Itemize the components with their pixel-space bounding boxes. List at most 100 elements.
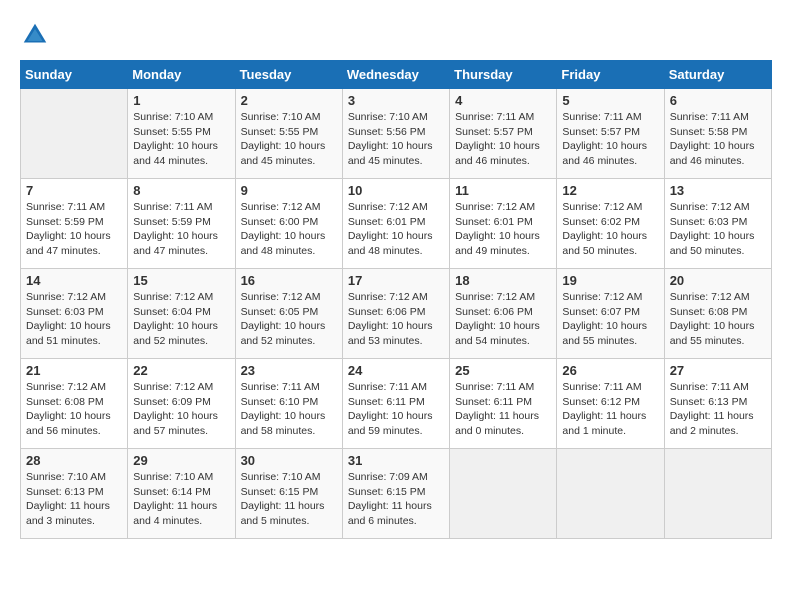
calendar-cell: 22 Sunrise: 7:12 AMSunset: 6:09 PMDayligh… (128, 359, 235, 449)
day-number: 31 (348, 453, 444, 468)
day-info: Sunrise: 7:11 AMSunset: 6:13 PMDaylight:… (670, 380, 766, 439)
day-info: Sunrise: 7:10 AMSunset: 6:14 PMDaylight:… (133, 470, 229, 529)
calendar-cell: 23 Sunrise: 7:11 AMSunset: 6:10 PMDayligh… (235, 359, 342, 449)
calendar-cell: 29 Sunrise: 7:10 AMSunset: 6:14 PMDayligh… (128, 449, 235, 539)
day-info: Sunrise: 7:12 AMSunset: 6:03 PMDaylight:… (26, 290, 122, 349)
day-number: 14 (26, 273, 122, 288)
day-info: Sunrise: 7:11 AMSunset: 6:10 PMDaylight:… (241, 380, 337, 439)
day-number: 26 (562, 363, 658, 378)
day-info: Sunrise: 7:12 AMSunset: 6:06 PMDaylight:… (348, 290, 444, 349)
calendar-cell: 4 Sunrise: 7:11 AMSunset: 5:57 PMDaylight… (450, 89, 557, 179)
calendar-cell: 5Sunrise: 7:11 AMSunset: 5:57 PMDaylight… (557, 89, 664, 179)
calendar-cell: 26 Sunrise: 7:11 AMSunset: 6:12 PMDayligh… (557, 359, 664, 449)
calendar-cell: 25 Sunrise: 7:11 AMSunset: 6:11 PMDayligh… (450, 359, 557, 449)
day-info: Sunrise: 7:12 AMSunset: 6:09 PMDaylight:… (133, 380, 229, 439)
day-info: Sunrise: 7:12 AMSunset: 6:04 PMDaylight:… (133, 290, 229, 349)
day-info: Sunrise: 7:10 AMSunset: 5:56 PMDaylight:… (348, 110, 444, 169)
day-number: 21 (26, 363, 122, 378)
logo (20, 20, 52, 50)
calendar-cell: 30 Sunrise: 7:10 AMSunset: 6:15 PMDayligh… (235, 449, 342, 539)
calendar-cell (664, 449, 771, 539)
day-number: 25 (455, 363, 551, 378)
header-friday: Friday (557, 61, 664, 89)
day-number: 4 (455, 93, 551, 108)
day-info: Sunrise: 7:11 AMSunset: 6:12 PMDaylight:… (562, 380, 658, 439)
day-info: Sunrise: 7:12 AMSunset: 6:08 PMDaylight:… (670, 290, 766, 349)
day-number: 1 (133, 93, 229, 108)
day-number: 8 (133, 183, 229, 198)
calendar-cell: 2Sunrise: 7:10 AMSunset: 5:55 PMDaylight… (235, 89, 342, 179)
calendar-table: SundayMondayTuesdayWednesdayThursdayFrid… (20, 60, 772, 539)
day-number: 3 (348, 93, 444, 108)
day-info: Sunrise: 7:12 AMSunset: 6:07 PMDaylight:… (562, 290, 658, 349)
calendar-cell: 3 Sunrise: 7:10 AMSunset: 5:56 PMDaylight… (342, 89, 449, 179)
day-number: 20 (670, 273, 766, 288)
day-number: 30 (241, 453, 337, 468)
week-row-1: 1Sunrise: 7:10 AMSunset: 5:55 PMDaylight… (21, 89, 772, 179)
calendar-cell: 15Sunrise: 7:12 AMSunset: 6:04 PMDayligh… (128, 269, 235, 359)
day-number: 19 (562, 273, 658, 288)
calendar-cell: 27Sunrise: 7:11 AMSunset: 6:13 PMDayligh… (664, 359, 771, 449)
day-number: 22 (133, 363, 229, 378)
day-info: Sunrise: 7:10 AMSunset: 6:13 PMDaylight:… (26, 470, 122, 529)
calendar-cell: 20 Sunrise: 7:12 AMSunset: 6:08 PMDayligh… (664, 269, 771, 359)
calendar-cell: 13 Sunrise: 7:12 AMSunset: 6:03 PMDayligh… (664, 179, 771, 269)
header-tuesday: Tuesday (235, 61, 342, 89)
day-info: Sunrise: 7:11 AMSunset: 6:11 PMDaylight:… (455, 380, 551, 439)
day-info: Sunrise: 7:10 AMSunset: 6:15 PMDaylight:… (241, 470, 337, 529)
logo-icon (20, 20, 50, 50)
day-info: Sunrise: 7:09 AMSunset: 6:15 PMDaylight:… (348, 470, 444, 529)
day-number: 13 (670, 183, 766, 198)
day-number: 18 (455, 273, 551, 288)
day-info: Sunrise: 7:12 AMSunset: 6:01 PMDaylight:… (455, 200, 551, 259)
day-info: Sunrise: 7:12 AMSunset: 6:00 PMDaylight:… (241, 200, 337, 259)
calendar-cell: 18 Sunrise: 7:12 AMSunset: 6:06 PMDayligh… (450, 269, 557, 359)
calendar-cell: 24Sunrise: 7:11 AMSunset: 6:11 PMDayligh… (342, 359, 449, 449)
calendar-cell: 7 Sunrise: 7:11 AMSunset: 5:59 PMDaylight… (21, 179, 128, 269)
day-info: Sunrise: 7:11 AMSunset: 5:58 PMDaylight:… (670, 110, 766, 169)
calendar-cell: 6 Sunrise: 7:11 AMSunset: 5:58 PMDaylight… (664, 89, 771, 179)
calendar-cell (21, 89, 128, 179)
calendar-cell (450, 449, 557, 539)
calendar-cell: 14 Sunrise: 7:12 AMSunset: 6:03 PMDayligh… (21, 269, 128, 359)
calendar-cell: 8 Sunrise: 7:11 AMSunset: 5:59 PMDaylight… (128, 179, 235, 269)
day-number: 11 (455, 183, 551, 198)
calendar-cell: 21 Sunrise: 7:12 AMSunset: 6:08 PMDayligh… (21, 359, 128, 449)
day-info: Sunrise: 7:11 AMSunset: 6:11 PMDaylight:… (348, 380, 444, 439)
header-monday: Monday (128, 61, 235, 89)
day-number: 7 (26, 183, 122, 198)
calendar-cell: 31 Sunrise: 7:09 AMSunset: 6:15 PMDayligh… (342, 449, 449, 539)
header-thursday: Thursday (450, 61, 557, 89)
calendar-cell: 11 Sunrise: 7:12 AMSunset: 6:01 PMDayligh… (450, 179, 557, 269)
day-info: Sunrise: 7:12 AMSunset: 6:02 PMDaylight:… (562, 200, 658, 259)
calendar-cell: 9 Sunrise: 7:12 AMSunset: 6:00 PMDaylight… (235, 179, 342, 269)
day-info: Sunrise: 7:11 AMSunset: 5:59 PMDaylight:… (26, 200, 122, 259)
day-number: 29 (133, 453, 229, 468)
calendar-cell: 10Sunrise: 7:12 AMSunset: 6:01 PMDayligh… (342, 179, 449, 269)
day-info: Sunrise: 7:12 AMSunset: 6:06 PMDaylight:… (455, 290, 551, 349)
calendar-cell: 19 Sunrise: 7:12 AMSunset: 6:07 PMDayligh… (557, 269, 664, 359)
day-info: Sunrise: 7:11 AMSunset: 5:59 PMDaylight:… (133, 200, 229, 259)
calendar-cell: 16 Sunrise: 7:12 AMSunset: 6:05 PMDayligh… (235, 269, 342, 359)
page-header (20, 20, 772, 50)
day-number: 12 (562, 183, 658, 198)
day-info: Sunrise: 7:12 AMSunset: 6:03 PMDaylight:… (670, 200, 766, 259)
calendar-cell (557, 449, 664, 539)
day-number: 28 (26, 453, 122, 468)
header-row: SundayMondayTuesdayWednesdayThursdayFrid… (21, 61, 772, 89)
day-info: Sunrise: 7:12 AMSunset: 6:08 PMDaylight:… (26, 380, 122, 439)
week-row-2: 7 Sunrise: 7:11 AMSunset: 5:59 PMDaylight… (21, 179, 772, 269)
day-number: 16 (241, 273, 337, 288)
day-info: Sunrise: 7:12 AMSunset: 6:05 PMDaylight:… (241, 290, 337, 349)
day-number: 17 (348, 273, 444, 288)
week-row-4: 21 Sunrise: 7:12 AMSunset: 6:08 PMDayligh… (21, 359, 772, 449)
day-info: Sunrise: 7:11 AMSunset: 5:57 PMDaylight:… (455, 110, 551, 169)
day-number: 23 (241, 363, 337, 378)
day-info: Sunrise: 7:12 AMSunset: 6:01 PMDaylight:… (348, 200, 444, 259)
day-number: 9 (241, 183, 337, 198)
header-wednesday: Wednesday (342, 61, 449, 89)
calendar-cell: 17 Sunrise: 7:12 AMSunset: 6:06 PMDayligh… (342, 269, 449, 359)
calendar-cell: 1Sunrise: 7:10 AMSunset: 5:55 PMDaylight… (128, 89, 235, 179)
day-number: 2 (241, 93, 337, 108)
day-number: 6 (670, 93, 766, 108)
